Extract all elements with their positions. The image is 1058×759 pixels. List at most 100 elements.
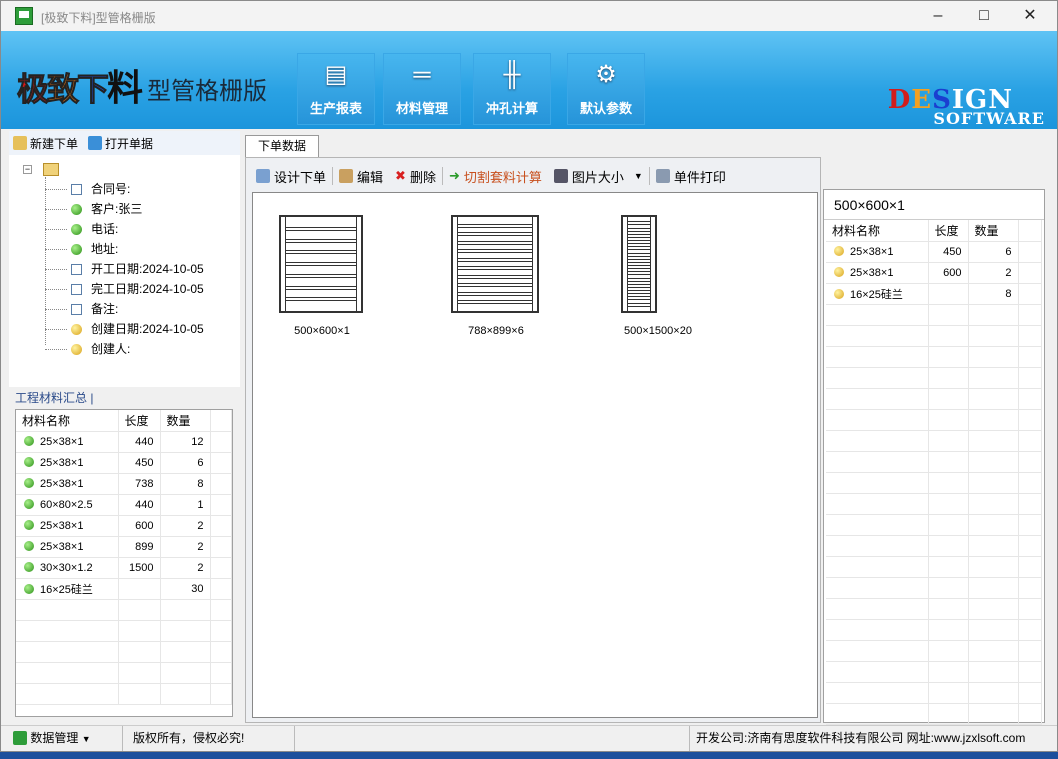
empty-cell [1018,556,1042,578]
tree-node[interactable]: 地址: [17,239,240,259]
material-name: 30×30×1.2 [40,561,93,574]
edit-button[interactable]: 编辑 [333,165,389,187]
tree-node[interactable]: 开工日期:2024-10-05 [17,259,240,279]
center-toolbar: 设计下单 编辑 ✖ 删除 ➜ 切割套料计算 图片大小 ▼ 单件打印 [250,164,732,188]
table-row[interactable] [826,451,1042,473]
table-row[interactable] [826,388,1042,410]
punch-button[interactable]: ╫ 冲孔计算 [473,53,551,125]
tree-node[interactable]: 备注: [17,299,240,319]
table-row[interactable]: 25×38×1 450 6 [826,241,1042,263]
grille-bar [627,228,651,232]
tab-material-summary[interactable]: 工程材料汇总 | [9,389,240,407]
empty-cell [826,577,929,599]
table-row[interactable] [826,346,1042,368]
table-row[interactable] [826,472,1042,494]
col-qty[interactable]: 数量 [968,220,1019,242]
cell-material: 25×38×1 [16,431,119,453]
chevron-down-icon[interactable]: ▼ [634,171,643,181]
table-row[interactable]: 25×38×1 600 2 [826,262,1042,284]
table-row[interactable]: 25×38×1 450 6 [16,452,232,474]
table-row[interactable] [826,682,1042,704]
delete-button[interactable]: ✖ 删除 [389,165,442,187]
col-material[interactable]: 材料名称 [826,220,929,242]
empty-cell [160,620,211,642]
table-row[interactable] [826,535,1042,557]
tree-node[interactable]: 完工日期:2024-10-05 [17,279,240,299]
col-material[interactable]: 材料名称 [16,410,119,432]
table-row[interactable] [16,599,232,621]
image-icon [553,169,568,183]
table-row[interactable]: 30×30×1.2 1500 2 [16,557,232,579]
grille-figure[interactable] [621,215,657,313]
table-row[interactable] [826,556,1042,578]
table-row[interactable]: 60×80×2.5 440 1 [16,494,232,516]
print-button[interactable]: 单件打印 [650,165,732,187]
table-row[interactable] [16,683,232,705]
tree-node[interactable]: 创建人: [17,339,240,359]
col-qty[interactable]: 数量 [160,410,211,432]
empty-cell [1018,619,1042,641]
default-params-button[interactable]: ⚙ 默认参数 [567,53,645,125]
collapse-icon[interactable]: − [23,165,32,174]
tree-node[interactable]: 客户:张三 [17,199,240,219]
table-row[interactable]: 25×38×1 738 8 [16,473,232,495]
maximize-button[interactable]: □ [961,1,1007,31]
table-row[interactable]: 25×38×1 440 12 [16,431,232,453]
new-doc-icon [13,136,27,150]
grille-bar [285,227,357,231]
table-row[interactable]: 25×38×1 600 2 [16,515,232,537]
table-row[interactable] [826,577,1042,599]
status-dot-icon [834,245,844,256]
grille-figure[interactable] [279,215,363,313]
new-order-button[interactable]: 新建下单 [13,135,78,152]
col-length[interactable]: 长度 [928,220,969,242]
table-row[interactable]: 25×38×1 899 2 [16,536,232,558]
table-row[interactable] [826,493,1042,515]
table-row[interactable] [16,620,232,642]
material-name: 25×38×1 [40,456,84,469]
tree-node[interactable]: 电话: [17,219,240,239]
tree-root[interactable]: − [17,161,240,179]
status-dot-icon [71,224,82,235]
data-mgmt-menu[interactable]: 数据管理 ▼ [7,726,123,751]
table-row[interactable]: 16×25硅兰 8 [826,283,1042,305]
grille-bar [457,241,533,245]
image-size-dropdown[interactable]: 图片大小 ▼ [548,165,649,187]
delete-icon: ✖ [395,168,406,183]
open-order-button[interactable]: 打开单据 [88,135,153,152]
table-row[interactable] [826,367,1042,389]
table-row[interactable] [826,661,1042,683]
grille-figure[interactable] [451,215,539,313]
table-row[interactable] [826,703,1042,725]
empty-cell [1018,388,1042,410]
table-row[interactable] [826,325,1042,347]
cut-calc-button[interactable]: ➜ 切割套料计算 [443,165,548,187]
col-length[interactable]: 长度 [118,410,161,432]
tree-node[interactable]: 创建日期:2024-10-05 [17,319,240,339]
table-row[interactable] [16,662,232,684]
tree-node[interactable]: 合同号: [17,179,240,199]
minimize-button[interactable]: – [915,1,961,31]
table-row[interactable] [826,409,1042,431]
empty-cell [1018,682,1042,704]
app-icon [13,731,27,745]
table-row[interactable] [826,640,1042,662]
cell-qty: 8 [160,473,211,495]
table-row[interactable]: 16×25硅兰 30 [16,578,232,600]
status-dot-icon [71,204,82,215]
image-size-label: 图片大小 [571,169,624,185]
design-order-button[interactable]: 设计下单 [250,165,332,187]
table-row[interactable] [826,619,1042,641]
table-row[interactable] [16,641,232,663]
empty-cell [16,641,119,663]
close-button[interactable]: ✕ [1007,1,1053,31]
material-button[interactable]: ═ 材料管理 [383,53,461,125]
table-row[interactable] [826,598,1042,620]
status-dot-icon [24,519,34,530]
table-row[interactable] [826,304,1042,326]
tab-order-data[interactable]: 下单数据 [245,135,319,157]
report-button[interactable]: ▤ 生产报表 [297,53,375,125]
design-canvas[interactable]: 500×600×1 788×899×6 500×1500×20 [252,192,818,718]
table-row[interactable] [826,514,1042,536]
table-row[interactable] [826,430,1042,452]
